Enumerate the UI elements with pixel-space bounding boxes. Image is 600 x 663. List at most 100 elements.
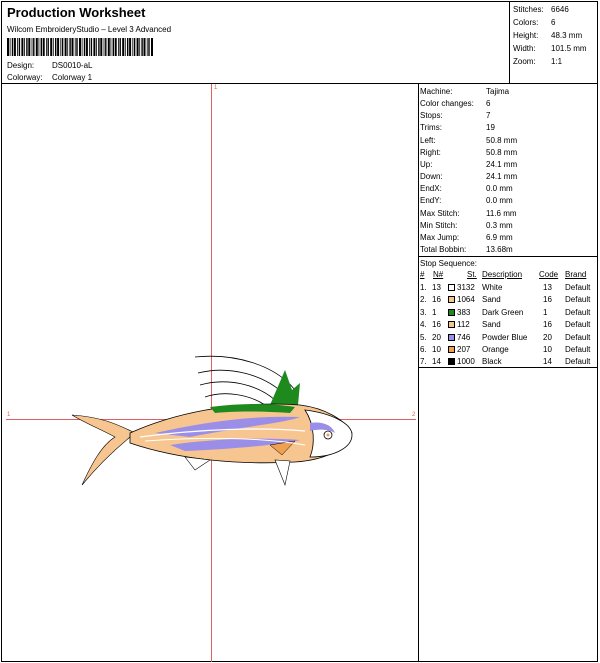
barcode-bar xyxy=(35,38,38,56)
cell-n: 16 xyxy=(432,320,441,330)
sequence-row: 3. 1 383 Dark Green 1 Default xyxy=(420,308,596,319)
barcode-bar xyxy=(96,38,97,56)
cell-num: 6. xyxy=(420,345,427,354)
barcode-bar xyxy=(90,38,93,56)
barcode-bar xyxy=(118,38,119,56)
cell-n: 1 xyxy=(432,307,437,317)
barcode-bar xyxy=(60,38,62,56)
barcode-bar xyxy=(85,38,88,56)
barcode-bar xyxy=(13,38,16,56)
barcode-bar xyxy=(76,38,78,56)
color-swatch xyxy=(448,358,455,366)
sequence-row: 1. 13 3132 White 13 Default xyxy=(420,283,596,294)
barcode-bar xyxy=(83,38,86,56)
cell-st: 383 xyxy=(457,307,471,317)
barcode-bar xyxy=(69,38,71,56)
worksheet-frame xyxy=(1,1,598,662)
barcode-bar xyxy=(31,38,33,56)
cell-n: 16 xyxy=(432,295,441,305)
cell-brand: Default xyxy=(565,332,591,342)
barcode-bar xyxy=(67,38,69,56)
barcode-bar xyxy=(57,38,60,56)
barcode-bar xyxy=(81,38,83,56)
cell-code: 14 xyxy=(543,357,552,367)
design-value: DS0010-aL xyxy=(52,61,93,70)
cell-code: 1 xyxy=(543,307,548,317)
barcode-bar xyxy=(89,38,90,56)
cell-num: 5. xyxy=(420,332,427,342)
cell-brand: Default xyxy=(565,345,591,354)
barcode-bar xyxy=(133,38,136,56)
barcode-bar xyxy=(7,38,9,56)
cell-st: 3132 xyxy=(457,283,475,292)
barcode-bar xyxy=(28,38,31,56)
machine-divider xyxy=(418,256,598,257)
barcode-bar xyxy=(141,38,143,56)
barcode-bar xyxy=(11,38,14,56)
cell-code: 10 xyxy=(543,345,552,354)
cell-brand: Default xyxy=(565,283,591,292)
barcode-bar xyxy=(55,38,57,56)
cell-code: 16 xyxy=(543,295,552,305)
barcode-bar xyxy=(98,38,100,56)
barcode-bar xyxy=(119,38,121,56)
barcode-bar xyxy=(47,38,49,56)
cell-num: 4. xyxy=(420,320,427,330)
cell-n: 13 xyxy=(432,283,441,292)
barcode-bar xyxy=(61,38,64,56)
barcode-bar xyxy=(38,38,40,56)
colorway-value: Colorway 1 xyxy=(52,73,93,82)
barcode-bar xyxy=(110,38,112,56)
software-subtitle: Wilcom EmbroideryStudio – Level 3 Advanc… xyxy=(7,25,172,34)
barcode-bar xyxy=(122,38,125,56)
cell-brand: Default xyxy=(565,307,591,317)
color-swatch xyxy=(448,333,455,341)
cell-st: 746 xyxy=(457,332,471,342)
barcode-bar xyxy=(74,38,76,56)
cell-desc: Sand xyxy=(482,295,501,305)
barcode-bar xyxy=(112,38,114,56)
fish-embroidery-design xyxy=(71,355,353,487)
barcode-bar xyxy=(151,38,153,56)
guide-marker-right: 2 xyxy=(412,412,416,418)
barcode-bar xyxy=(21,38,24,56)
cell-desc: Black xyxy=(482,357,502,367)
barcode-bar xyxy=(40,38,42,56)
barcode-bar xyxy=(127,38,129,56)
dorsal-fin-green xyxy=(270,370,300,405)
barcode-bar xyxy=(71,38,74,56)
barcode-bar xyxy=(33,38,35,56)
cell-desc: Powder Blue xyxy=(482,332,528,342)
color-swatch xyxy=(448,346,455,353)
stop-sequence-heading: Stop Sequence: xyxy=(420,259,477,268)
sequence-row: 6. 10 207 Orange 10 Default xyxy=(420,345,596,356)
color-swatch xyxy=(448,321,455,329)
sequence-table-header: # N# St. Description Code Brand xyxy=(420,270,587,279)
page-title: Production Worksheet xyxy=(7,5,146,20)
barcode xyxy=(7,38,153,56)
cell-num: 7. xyxy=(420,357,427,367)
design-label: Design: xyxy=(7,61,35,70)
barcode-bar xyxy=(136,38,139,56)
cell-num: 3. xyxy=(420,307,427,317)
barcode-bar xyxy=(52,38,54,56)
cell-desc: Sand xyxy=(482,320,501,330)
cell-n: 10 xyxy=(432,345,441,354)
cell-num: 2. xyxy=(420,295,427,305)
color-swatch xyxy=(448,284,455,291)
barcode-bar xyxy=(50,38,53,56)
color-swatch xyxy=(448,308,455,316)
barcode-bar xyxy=(26,38,28,56)
cell-code: 13 xyxy=(543,283,552,292)
barcode-bar xyxy=(105,38,107,56)
color-swatch xyxy=(448,296,455,304)
stats-divider xyxy=(509,1,510,84)
barcode-bar xyxy=(64,38,67,56)
barcode-bar xyxy=(93,38,96,56)
cell-desc: Orange xyxy=(482,345,509,354)
sequence-row: 7. 14 1000 Black 14 Default xyxy=(420,357,596,368)
cell-st: 1000 xyxy=(457,357,475,367)
sequence-row: 5. 20 746 Powder Blue 20 Default xyxy=(420,333,596,344)
barcode-bar xyxy=(146,38,148,56)
barcode-bar xyxy=(100,38,103,56)
